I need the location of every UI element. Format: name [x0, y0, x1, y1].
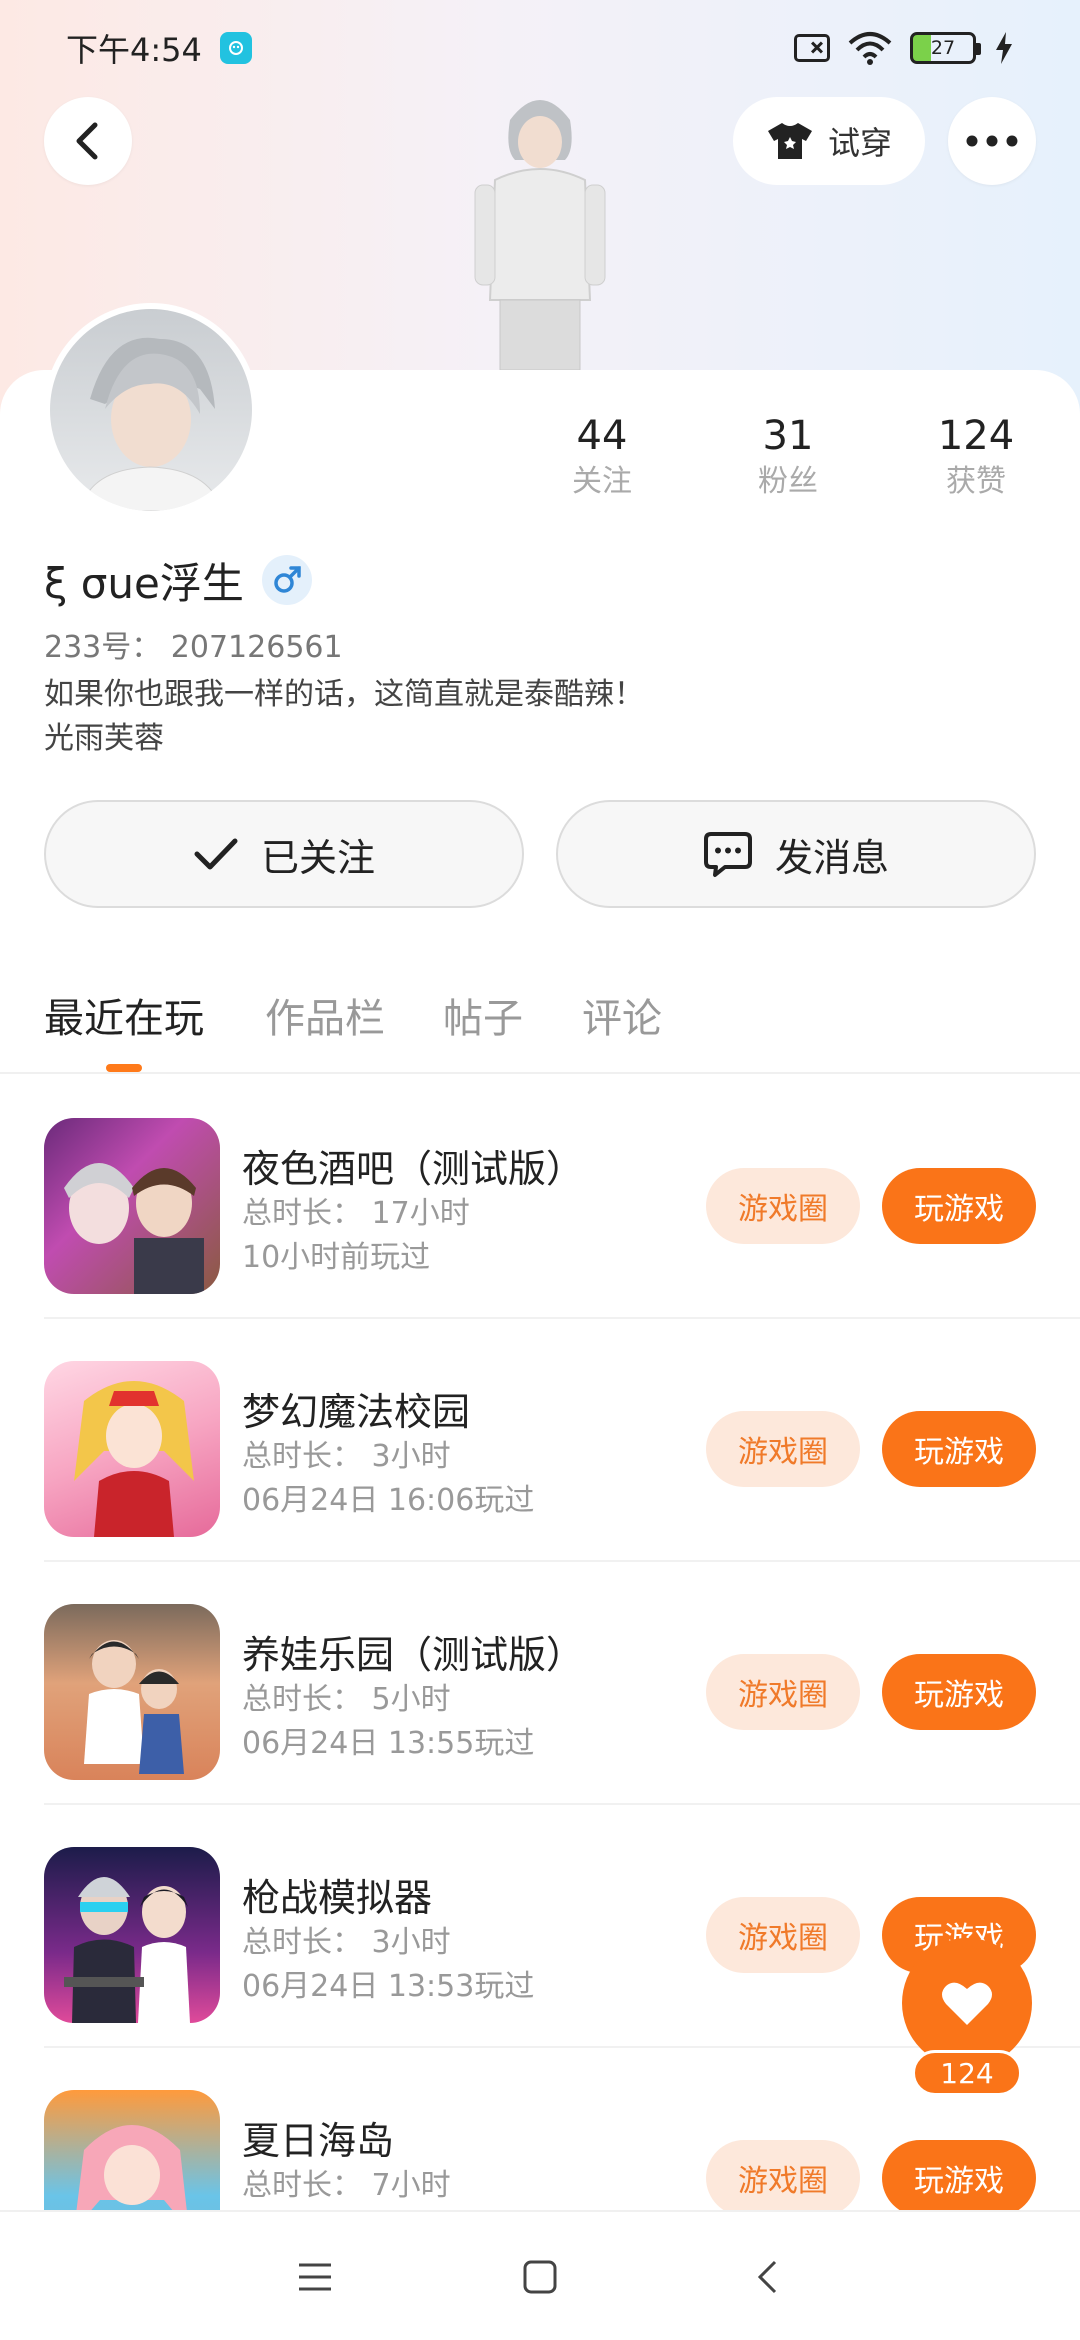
tab-recently-played[interactable]: 最近在玩	[44, 986, 204, 1044]
game-title: 养娃乐园（测试版）	[242, 1633, 585, 1677]
avatar-image	[50, 309, 252, 511]
game-circle-button[interactable]: 游戏圈	[706, 1411, 860, 1487]
stat-value: 31	[762, 413, 814, 459]
back-button[interactable]	[44, 97, 132, 185]
stat-label: 粉丝	[758, 464, 818, 499]
profile-tabs: 最近在玩 作品栏 帖子 评论	[0, 970, 1080, 1074]
game-duration: 总时长： 7小时	[242, 2168, 451, 2203]
avatar-character-figure	[474, 100, 606, 370]
game-last-played: 10小时前玩过	[242, 1240, 431, 1275]
battery-level: 27	[930, 37, 956, 59]
play-game-button[interactable]: 玩游戏	[882, 1411, 1036, 1487]
game-meta: 总时长： 3小时 06月24日 16:06玩过	[242, 1435, 534, 1523]
username: ξ σue浮生	[44, 558, 244, 608]
game-circle-button[interactable]: 游戏圈	[706, 1654, 860, 1730]
game-row[interactable]: 养娃乐园（测试版） 总时长： 5小时 06月24日 13:55玩过 游戏圈 玩游…	[44, 1562, 1080, 1805]
menu-icon[interactable]	[290, 2252, 340, 2302]
tab-works[interactable]: 作品栏	[265, 986, 385, 1044]
charging-icon	[996, 32, 1012, 64]
game-title: 夜色酒吧（测试版）	[242, 1147, 585, 1191]
username-row: ξ σue浮生	[44, 552, 312, 608]
bio-line: 光雨芙蓉	[44, 721, 164, 756]
more-options-button[interactable]	[948, 97, 1036, 185]
stat-label: 关注	[572, 464, 632, 499]
check-icon	[194, 838, 238, 870]
followed-button[interactable]: 已关注	[44, 800, 524, 908]
user-id: 233号： 207126561	[44, 630, 343, 665]
play-game-button[interactable]: 玩游戏	[882, 1168, 1036, 1244]
game-title: 枪战模拟器	[242, 1876, 433, 1920]
game-meta: 总时长： 17小时 10小时前玩过	[242, 1192, 470, 1280]
tab-comments[interactable]: 评论	[582, 986, 662, 1044]
game-last-played: 06月24日 16:06玩过	[242, 1483, 535, 1518]
play-game-button[interactable]: 玩游戏	[882, 2140, 1036, 2216]
game-icon	[44, 1361, 220, 1537]
back-chevron-icon[interactable]	[742, 2252, 792, 2302]
bio-line: 如果你也跟我一样的话，这简直就是泰酷辣！	[44, 677, 644, 712]
game-meta: 总时长： 3小时 06月24日 13:53玩过	[242, 1921, 534, 2009]
game-title: 梦幻魔法校园	[242, 1390, 471, 1434]
home-square-icon[interactable]	[515, 2252, 565, 2302]
game-icon	[44, 1604, 220, 1780]
stat-value: 124	[937, 413, 1015, 459]
game-row[interactable]: 梦幻魔法校园 总时长： 3小时 06月24日 16:06玩过 游戏圈 玩游戏	[44, 1319, 1080, 1562]
stat-likes[interactable]: 124 获赞	[896, 410, 1056, 502]
back-arrow-icon	[76, 122, 98, 160]
tshirt-icon	[767, 123, 812, 159]
system-nav-bar	[0, 2210, 1080, 2340]
tab-posts[interactable]: 帖子	[443, 986, 523, 1044]
game-meta: 总时长： 7小时	[242, 2164, 451, 2208]
avatar[interactable]	[44, 303, 258, 517]
game-row[interactable]: 夜色酒吧（测试版） 总时长： 17小时 10小时前玩过 游戏圈 玩游戏	[44, 1076, 1080, 1319]
bio: 如果你也跟我一样的话，这简直就是泰酷辣！ 光雨芙蓉	[44, 673, 644, 761]
game-last-played: 06月24日 13:53玩过	[242, 1969, 535, 2004]
recent-games-list: 夜色酒吧（测试版） 总时长： 17小时 10小时前玩过 游戏圈 玩游戏 梦幻魔法…	[0, 1076, 1080, 2291]
play-game-button[interactable]: 玩游戏	[882, 1654, 1036, 1730]
male-icon	[261, 555, 312, 605]
send-message-button[interactable]: 发消息	[556, 800, 1036, 908]
send-message-label: 发消息	[774, 835, 889, 880]
try-on-button[interactable]: 试穿	[733, 97, 925, 185]
active-tab-indicator	[106, 1064, 142, 1072]
sim-off-icon	[794, 34, 830, 62]
game-circle-button[interactable]: 游戏圈	[706, 1897, 860, 1973]
stat-value: 44	[576, 413, 628, 459]
wifi-icon	[848, 32, 892, 65]
stat-label: 获赞	[946, 464, 1006, 499]
followed-label: 已关注	[260, 835, 375, 880]
more-dots-icon	[966, 135, 1018, 147]
game-circle-button[interactable]: 游戏圈	[706, 1168, 860, 1244]
game-circle-button[interactable]: 游戏圈	[706, 2140, 860, 2216]
game-title: 夏日海岛	[242, 2119, 395, 2163]
status-time: 下午4:54	[66, 31, 202, 69]
game-duration: 总时长： 5小时	[242, 1682, 451, 1717]
like-button[interactable]	[902, 1938, 1032, 2068]
heart-icon	[942, 1982, 992, 2025]
chat-bubble-icon	[703, 832, 752, 877]
stat-following[interactable]: 44 关注	[522, 410, 682, 502]
like-count-badge: 124	[912, 2050, 1022, 2096]
game-meta: 总时长： 5小时 06月24日 13:55玩过	[242, 1678, 534, 1766]
battery-icon: 27	[910, 32, 981, 64]
status-bar: 下午4:54 27	[0, 0, 1080, 96]
game-icon	[44, 1118, 220, 1294]
game-last-played: 06月24日 13:55玩过	[242, 1726, 535, 1761]
game-icon	[44, 1847, 220, 2023]
app-notification-icon	[219, 32, 252, 64]
try-on-label: 试穿	[827, 124, 892, 162]
stat-followers[interactable]: 31 粉丝	[708, 410, 868, 502]
game-duration: 总时长： 17小时	[242, 1196, 470, 1231]
game-duration: 总时长： 3小时	[242, 1925, 451, 1960]
game-duration: 总时长： 3小时	[242, 1439, 451, 1474]
